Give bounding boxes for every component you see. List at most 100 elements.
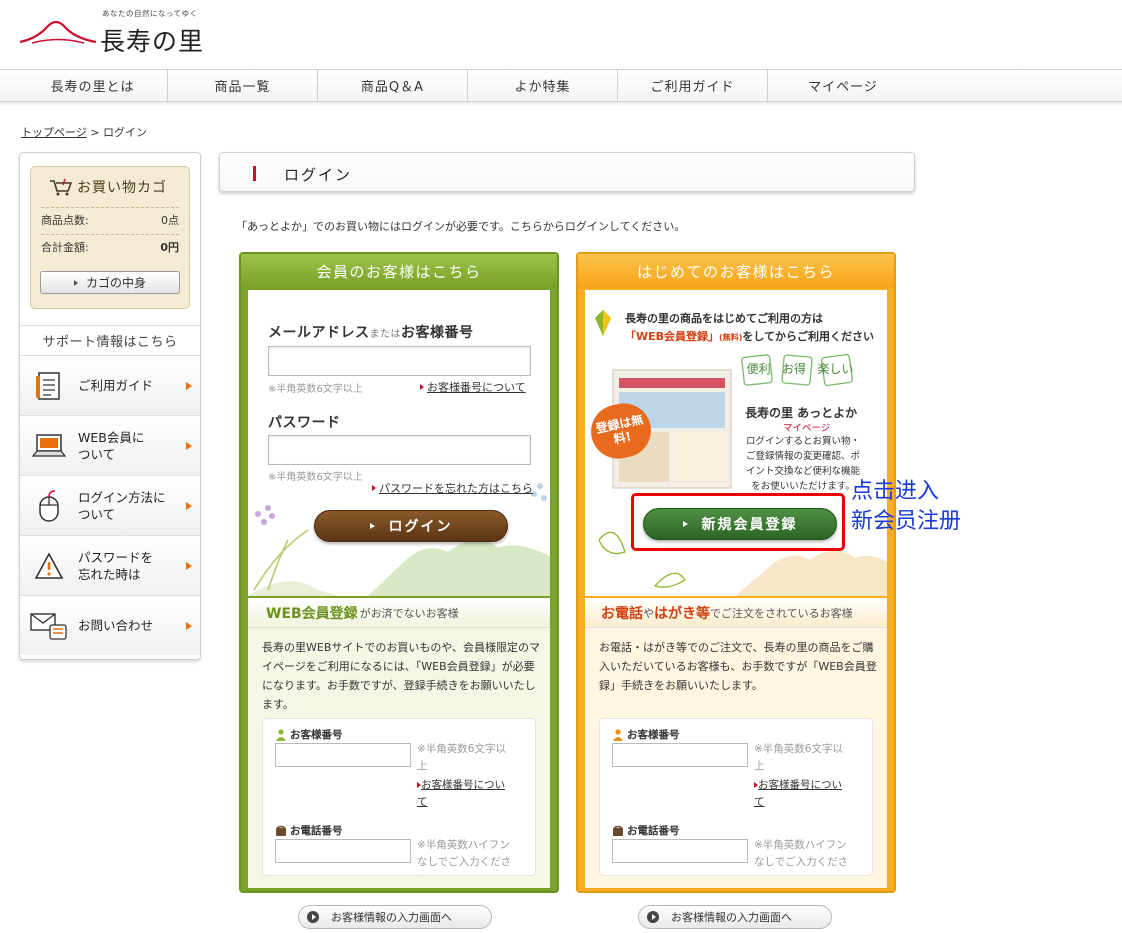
customer-number-note: ※半角英数6文字以上 — [754, 743, 843, 772]
member-login-panel: 会員のお客様はこちら メールアドレスまたはお客様番号 ※半角英数6文字以上 お客… — [239, 252, 559, 893]
sidebar-item-password[interactable]: パスワードを 忘れた時は — [20, 535, 200, 595]
logo-tagline: あなたの自然になってゆく — [102, 9, 198, 18]
web-register-subtitle: がお済でないお客様 — [359, 606, 459, 620]
page-title-box: ログイン — [219, 152, 915, 192]
login-button[interactable]: ログイン — [314, 510, 508, 542]
stamp-fun: 楽しい — [817, 362, 854, 376]
phone-label-text: お電話番号 — [290, 825, 343, 837]
laptop-icon — [20, 432, 78, 460]
member-next-label: お客様情報の入力画面へ — [331, 911, 452, 924]
nav-features[interactable]: よか特集 — [468, 70, 618, 101]
phone-icon — [276, 825, 286, 836]
web-register-text: 長寿の里WEBサイトでのお買いものや、会員様限定のマイページをご利用になるには、… — [262, 641, 541, 711]
logo-name: 長寿の里 — [100, 27, 205, 56]
sidebar-item-contact[interactable]: お問い合わせ — [20, 595, 200, 655]
site-logo[interactable]: あなたの自然になってゆく 長寿の里 — [18, 8, 218, 60]
annotation-line1: 点击进入 — [851, 479, 940, 504]
new-customer-panel: はじめてのお客様はこちら 長寿の里の商品をはじめてご利用の方は 「WEB会員登録… — [576, 252, 896, 893]
phone-customer-text: お電話・はがき等でのご注文で、長寿の里の商品をご購入いただいているお客様も、お手… — [599, 641, 877, 692]
password-note: ※半角英数6文字以上 — [268, 472, 363, 483]
support-title: サポート情報はこちら — [20, 325, 200, 355]
nav-mypage[interactable]: マイページ — [768, 70, 918, 101]
phone-customer-form: お客様番号 ※半角英数6文字以上 お客様番号について お電話番号 ※半角英数ハイ… — [599, 718, 873, 876]
password-label: パスワード — [268, 415, 341, 431]
arrow-right-icon — [420, 384, 424, 390]
new-customer-header: はじめてのお客様はこちら — [578, 254, 894, 288]
sidebar-item-guide[interactable]: ご利用ガイド — [20, 355, 200, 415]
nav-shadow — [0, 102, 1122, 106]
customer-number-help-text: お客様番号について — [417, 779, 505, 808]
phone-note: ※半角英数ハイフンなしでご入力ください — [417, 839, 512, 875]
email-input[interactable] — [268, 346, 531, 376]
cart-total-value: 0円 — [160, 240, 179, 254]
annotation-line2: 新会员注册 — [851, 509, 962, 534]
email-label: メールアドレスまたはお客様番号 — [268, 322, 474, 342]
play-icon — [647, 911, 659, 923]
phone-input[interactable] — [612, 839, 748, 863]
cart-total-label: 合計金額: — [41, 240, 89, 254]
phone-customer-header: お電話やはがき等 でご注文をされているお客様 — [585, 598, 887, 628]
customer-number-help-link[interactable]: お客様番号について — [417, 777, 513, 811]
nav-about[interactable]: 長寿の里とは — [18, 70, 168, 101]
page-title: ログイン — [284, 166, 353, 184]
play-icon — [307, 911, 319, 923]
mouse-icon — [20, 489, 78, 523]
sidebar-item-label: パスワードを 忘れた時は — [78, 549, 154, 582]
triangle-right-icon — [369, 523, 375, 529]
phone-input[interactable] — [275, 839, 411, 863]
arrow-right-icon — [372, 485, 376, 491]
password-input[interactable] — [268, 435, 531, 465]
sidebar-item-web-member[interactable]: WEB会員に ついて — [20, 415, 200, 475]
phone-note: ※半角英数ハイフンなしでご入力ください — [754, 839, 849, 875]
cart-contents-label: カゴの中身 — [85, 276, 146, 290]
arrow-right-icon — [186, 382, 192, 390]
member-panel-header: 会員のお客様はこちら — [241, 254, 557, 288]
line2-highlight: 「WEB会員登録」 — [625, 330, 720, 343]
global-nav: 長寿の里とは 商品一覧 商品Q＆A よか特集 ご利用ガイド マイページ — [0, 69, 1122, 102]
customer-number-input[interactable] — [612, 743, 748, 767]
breadcrumb-current: ログイン — [103, 126, 147, 139]
web-register-title: WEB会員登録 — [266, 605, 358, 622]
cart-icon — [50, 178, 73, 196]
cart-count-row: 商品点数: 0点 — [41, 207, 179, 231]
title-accent-bar — [253, 166, 256, 181]
breadcrumb-sep: > — [90, 126, 100, 139]
web-register-header: WEB会員登録 がお済でないお客様 — [248, 598, 550, 628]
new-customer-line2: 「WEB会員登録」(無料)をしてからご利用ください — [625, 328, 874, 344]
customer-number-label: お客様番号 — [275, 727, 343, 742]
annotation-text: 点击进入 新会员注册 — [851, 477, 961, 537]
cart-count-value: 0点 — [161, 213, 179, 227]
customer-number-link[interactable]: お客様番号について — [420, 379, 526, 395]
line2-free: (無料) — [719, 333, 743, 342]
triangle-right-icon — [73, 279, 78, 286]
mail-phone-icon — [20, 611, 78, 641]
arrow-right-icon — [186, 562, 192, 570]
sidebar-item-login-method[interactable]: ログイン方法に ついて — [20, 475, 200, 535]
login-button-label: ログイン — [388, 519, 453, 535]
new-customer-line1: 長寿の里の商品をはじめてご利用の方は — [625, 312, 823, 325]
nav-qa[interactable]: 商品Q＆A — [318, 70, 468, 101]
customer-number-help-link[interactable]: お客様番号について — [754, 777, 850, 811]
phone-next-button[interactable]: お客様情報の入力画面へ — [638, 905, 832, 929]
breadcrumb-home[interactable]: トップページ — [21, 126, 87, 139]
forgot-password-link-text: パスワードを忘れた方はこちら — [379, 482, 533, 495]
intro-text: 「あっとよか」でのお買い物にはログインが必要です。こちらからログインしてください… — [236, 220, 686, 233]
nav-products[interactable]: 商品一覧 — [168, 70, 318, 101]
phone-header-c: はがき等 — [654, 605, 710, 622]
member-next-button[interactable]: お客様情報の入力画面へ — [298, 905, 492, 929]
forgot-password-link[interactable]: パスワードを忘れた方はこちら — [372, 480, 533, 496]
nav-guide[interactable]: ご利用ガイド — [618, 70, 768, 101]
customer-number-input[interactable] — [275, 743, 411, 767]
customer-number-help-text: お客様番号について — [754, 779, 842, 808]
person-icon — [613, 728, 623, 741]
person-icon — [276, 728, 286, 741]
highlight-box — [631, 493, 845, 551]
cart-count-label: 商品点数: — [41, 213, 89, 227]
sidebar-item-label: WEB会員に ついて — [78, 429, 145, 462]
cart-contents-button[interactable]: カゴの中身 — [40, 271, 180, 294]
web-register-form: お客様番号 ※半角英数6文字以上 お客様番号について お電話番号 ※半角英数ハイ… — [262, 718, 536, 876]
mypage-brand: 長寿の里 あっとよか — [745, 406, 858, 420]
customer-number-label: お客様番号 — [612, 727, 680, 742]
phone-header-subtitle: でご注文をされているお客様 — [710, 606, 853, 620]
line2-rest: をしてからご利用ください — [742, 330, 875, 343]
